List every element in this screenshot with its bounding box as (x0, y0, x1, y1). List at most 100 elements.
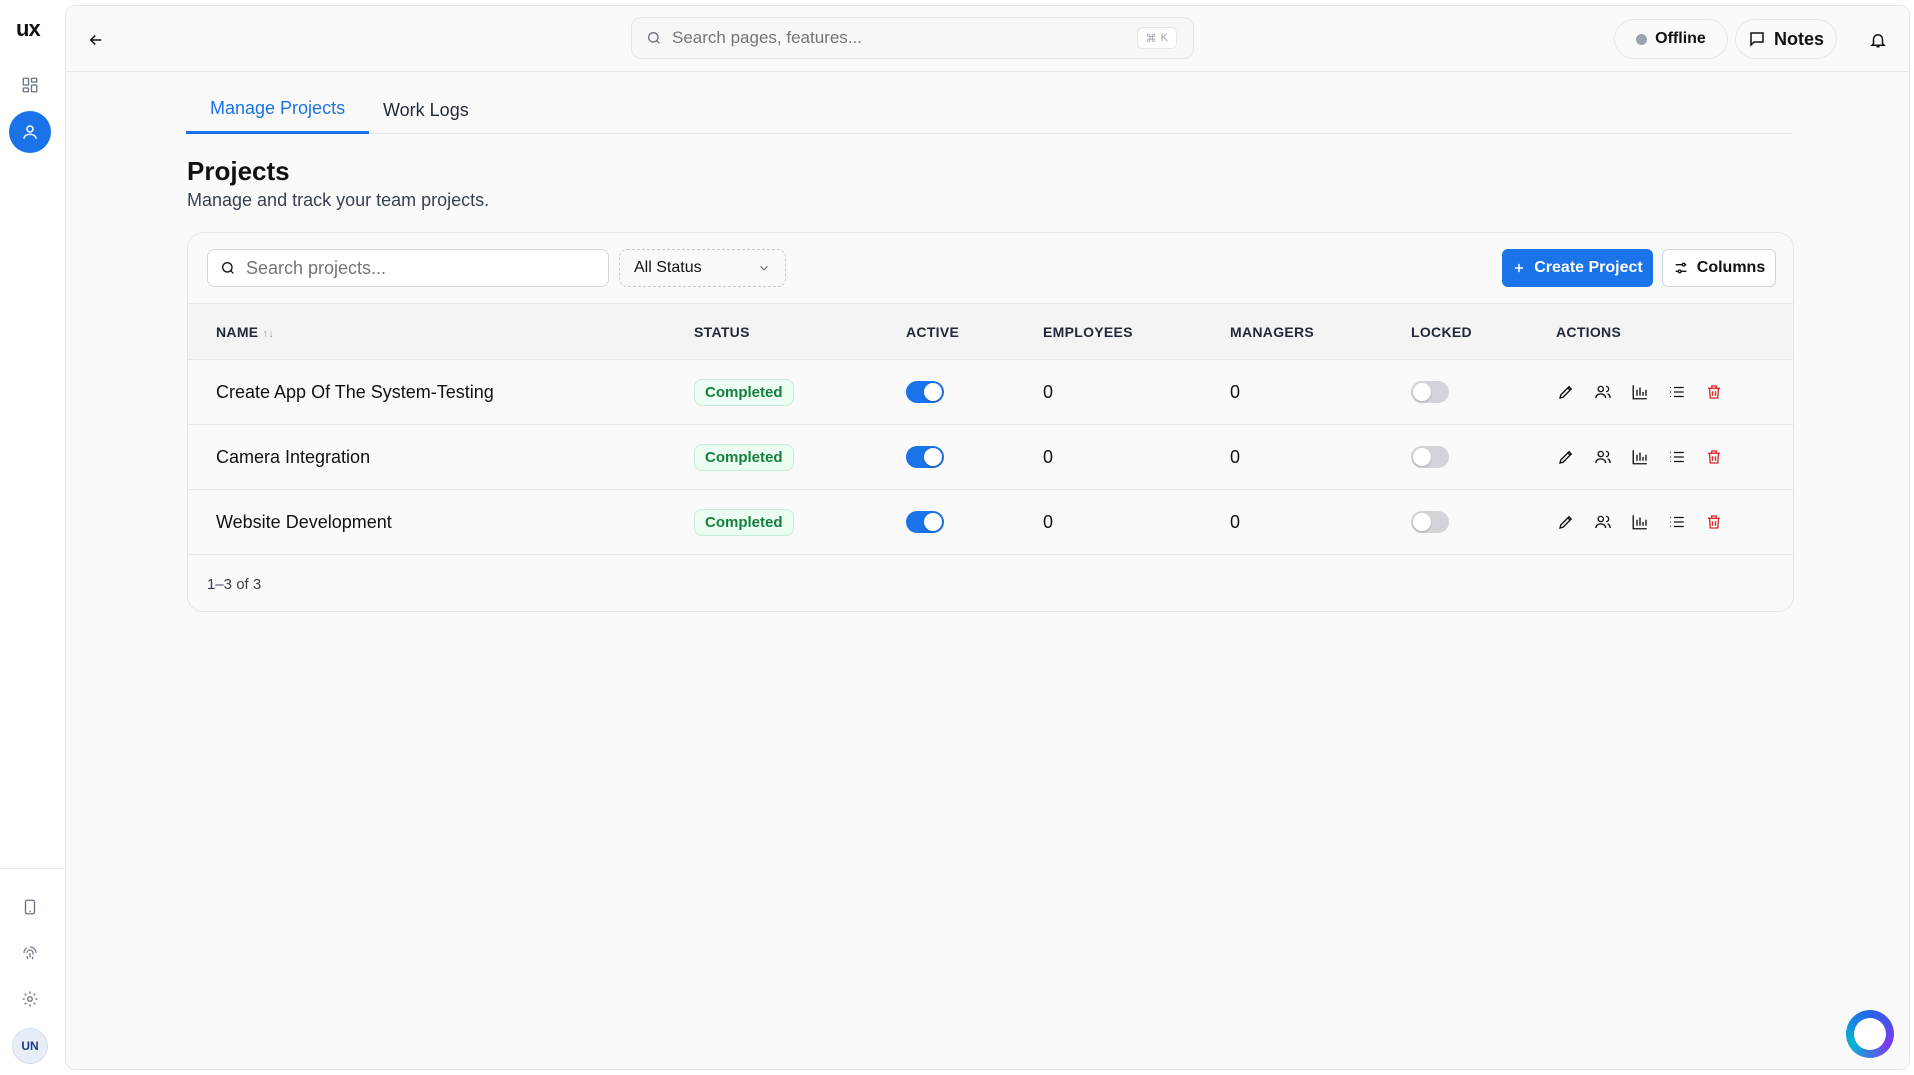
app-logo[interactable]: ux (16, 16, 41, 42)
list-icon (1670, 451, 1684, 463)
header-name-label: NAME (216, 323, 259, 340)
plus-icon (1515, 263, 1524, 273)
stats-button[interactable] (1630, 382, 1650, 402)
table-row[interactable]: Camera Integration Completed 0 0 (188, 425, 1793, 490)
avatar[interactable]: UN (12, 1028, 48, 1064)
members-button[interactable] (1593, 512, 1613, 532)
offline-label: Offline (1655, 30, 1706, 47)
rail-divider (0, 868, 64, 869)
table-body: Create App Of The System-Testing Complet… (188, 360, 1793, 555)
edit-button[interactable] (1556, 382, 1576, 402)
project-search-box[interactable] (207, 249, 609, 287)
users-icon (1595, 450, 1611, 464)
members-button[interactable] (1593, 447, 1613, 467)
create-project-button[interactable]: Create Project (1502, 249, 1653, 287)
search-icon (222, 262, 234, 274)
toggle-knob (1413, 383, 1431, 402)
active-toggle[interactable] (906, 511, 944, 534)
header-active: ACTIVE (906, 323, 960, 340)
status-badge: Completed (694, 508, 794, 536)
grid-icon (22, 77, 38, 93)
stats-button[interactable] (1630, 512, 1650, 532)
table-row[interactable]: Website Development Completed 0 0 (188, 490, 1793, 555)
notifications-button[interactable] (1866, 28, 1890, 52)
managers-count: 0 (1230, 381, 1241, 402)
edit-button[interactable] (1556, 447, 1576, 467)
shortcut-hint: ⌘ K (1136, 27, 1177, 49)
locked-toggle[interactable] (1411, 381, 1449, 404)
list-button[interactable] (1667, 447, 1687, 467)
row-actions (1556, 447, 1793, 467)
back-button[interactable] (84, 28, 108, 52)
delete-button[interactable] (1704, 447, 1724, 467)
status-dot-icon (1636, 33, 1648, 45)
row-actions (1556, 382, 1793, 402)
global-search-box[interactable]: ⌘ K (631, 17, 1194, 59)
table-header-row: NAME ↑↓ STATUS ACTIVE EMPLOYEES MANAGERS… (188, 303, 1793, 360)
search-icon (648, 32, 660, 44)
toggle-knob (924, 513, 942, 532)
app-root: ux UN ⌘ K (0, 0, 1914, 1075)
row-actions (1556, 512, 1793, 532)
bar-chart-icon (1632, 515, 1647, 530)
bar-chart-icon (1632, 450, 1647, 465)
assistant-launcher-button[interactable] (1846, 1010, 1894, 1058)
message-square-icon (1750, 32, 1764, 47)
header-status: STATUS (694, 323, 750, 340)
list-button[interactable] (1667, 512, 1687, 532)
dashboard-nav-button[interactable] (9, 64, 51, 106)
columns-button[interactable]: Columns (1662, 249, 1776, 287)
employees-count: 0 (1043, 511, 1054, 532)
global-search-input[interactable] (672, 28, 1092, 48)
projects-card: All Status Create Project Columns NAME (187, 232, 1794, 612)
locked-toggle[interactable] (1411, 511, 1449, 534)
stats-button[interactable] (1630, 447, 1650, 467)
users-icon (1595, 385, 1611, 399)
locked-toggle[interactable] (1411, 446, 1449, 469)
k-key: K (1160, 32, 1168, 44)
fingerprint-nav-button[interactable] (9, 932, 51, 974)
trash-icon (1708, 515, 1720, 529)
managers-count: 0 (1230, 511, 1241, 532)
bell-icon (1870, 34, 1886, 48)
active-toggle[interactable] (906, 446, 944, 469)
edit-button[interactable] (1556, 512, 1576, 532)
sort-icon[interactable]: ↑↓ (263, 328, 275, 340)
columns-label: Columns (1696, 259, 1766, 276)
notes-label: Notes (1773, 28, 1824, 49)
projects-table: NAME ↑↓ STATUS ACTIVE EMPLOYEES MANAGERS… (188, 303, 1793, 555)
device-nav-button[interactable] (9, 886, 51, 928)
active-toggle[interactable] (906, 381, 944, 404)
project-name[interactable]: Camera Integration (188, 425, 694, 490)
members-button[interactable] (1593, 382, 1613, 402)
chevron-down-icon (760, 265, 768, 271)
users-icon (1595, 515, 1611, 529)
header-name[interactable]: NAME ↑↓ (188, 304, 694, 360)
fingerprint-icon (23, 946, 37, 960)
project-name[interactable]: Website Development (188, 490, 694, 555)
tab-work-logs[interactable]: Work Logs (359, 86, 493, 134)
status-filter-select[interactable]: All Status (619, 249, 786, 287)
toggle-knob (1413, 513, 1431, 532)
employees-count: 0 (1043, 446, 1054, 467)
header-managers: MANAGERS (1230, 323, 1315, 340)
left-rail: ux UN (0, 0, 64, 1075)
page-title: Projects (187, 156, 290, 186)
header-locked: LOCKED (1411, 323, 1472, 340)
delete-button[interactable] (1704, 382, 1724, 402)
users-nav-button[interactable] (9, 111, 51, 153)
table-row[interactable]: Create App Of The System-Testing Complet… (188, 360, 1793, 425)
delete-button[interactable] (1704, 512, 1724, 532)
notes-button[interactable]: Notes (1735, 19, 1837, 59)
project-search-input[interactable] (246, 257, 586, 279)
list-button[interactable] (1667, 382, 1687, 402)
bar-chart-icon (1632, 385, 1647, 400)
command-key: ⌘ (1145, 32, 1157, 45)
project-name[interactable]: Create App Of The System-Testing (188, 360, 694, 425)
status-badge: Completed (694, 378, 794, 406)
offline-status-button[interactable]: Offline (1614, 19, 1728, 59)
projects-toolbar: All Status Create Project Columns (188, 233, 1793, 303)
employees-count: 0 (1043, 381, 1054, 402)
tab-manage-projects[interactable]: Manage Projects (186, 86, 370, 134)
settings-nav-button[interactable] (9, 978, 51, 1020)
